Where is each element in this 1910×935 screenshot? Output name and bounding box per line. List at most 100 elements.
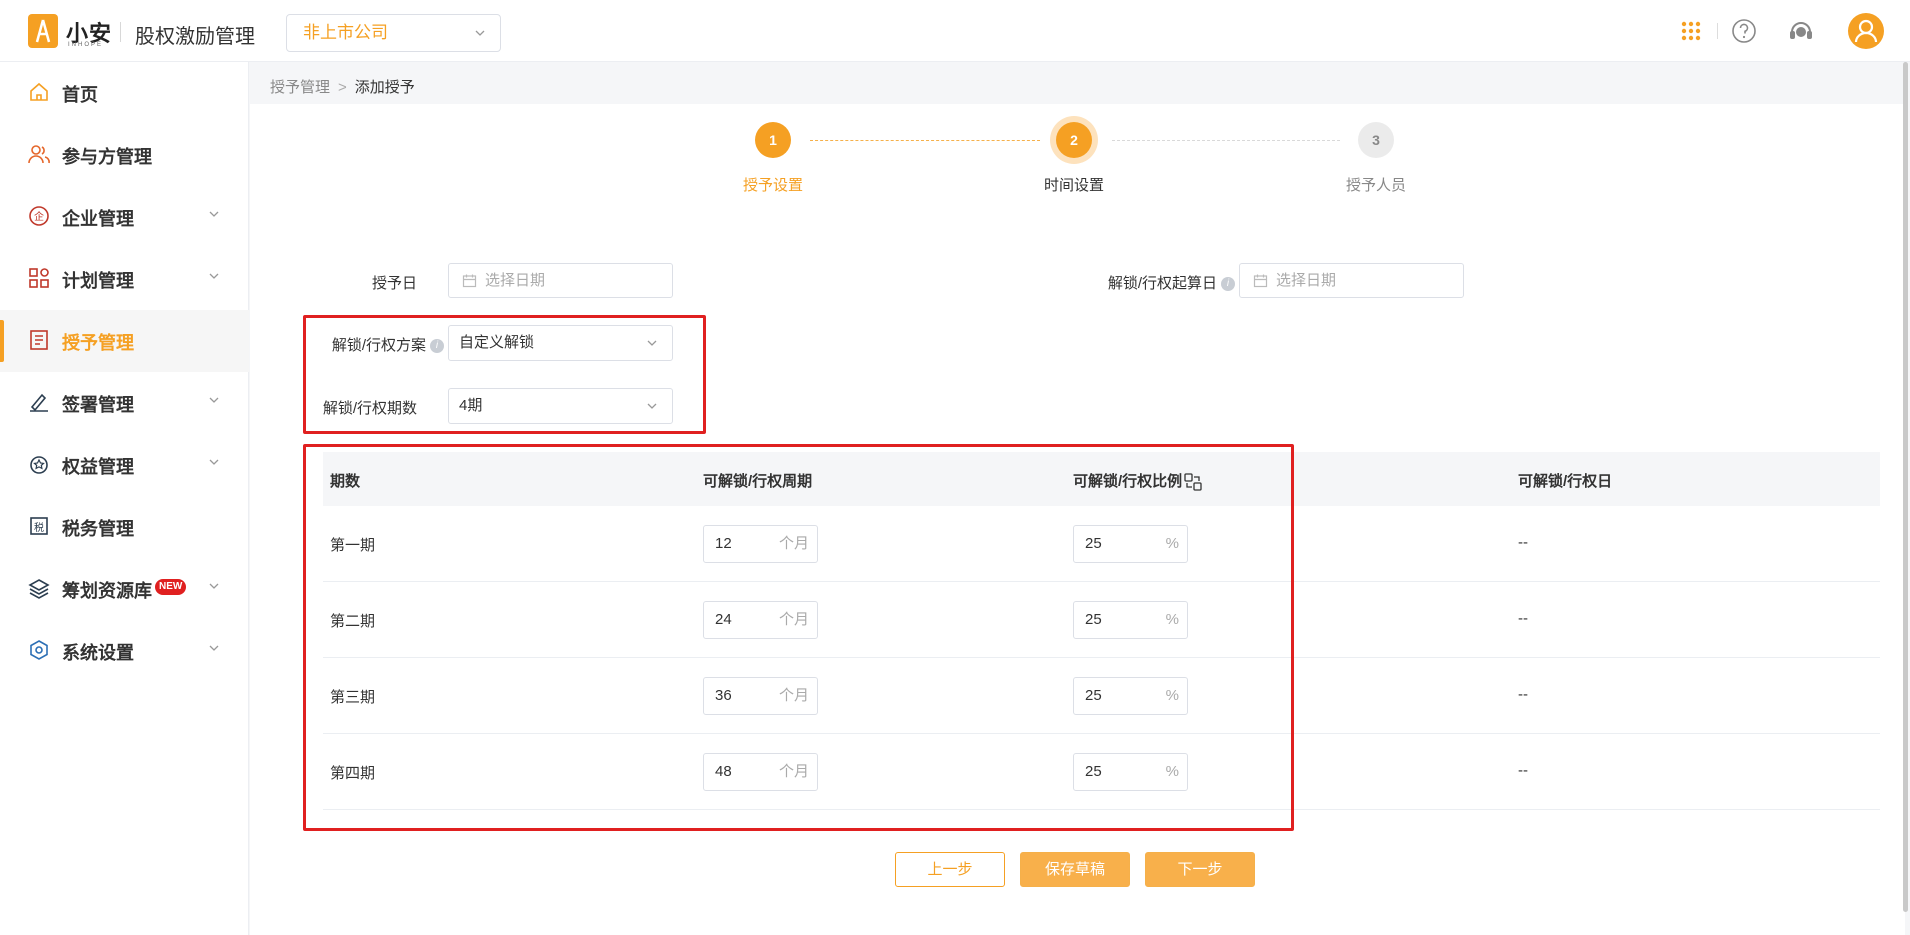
unlock-plan-select[interactable]: 自定义解锁: [448, 325, 673, 361]
breadcrumb: 授予管理 > 添加授予: [270, 76, 415, 97]
prev-step-button[interactable]: 上一步: [895, 852, 1005, 887]
info-icon[interactable]: i: [1221, 277, 1235, 292]
grant-date-placeholder: 选择日期: [485, 272, 546, 289]
sidebar-item-tax[interactable]: 税 税务管理: [0, 496, 249, 558]
sidebar-item-label: 授予管理: [62, 333, 134, 353]
months-input[interactable]: 48 个月: [703, 753, 818, 791]
sidebar-item-equity[interactable]: 权益管理: [0, 434, 249, 496]
chevron-down-icon: [209, 273, 219, 279]
unlock-date-cell: --: [1518, 686, 1528, 703]
chevron-down-icon: [209, 397, 219, 403]
months-input[interactable]: 12 个月: [703, 525, 818, 563]
unlock-periods-label: 解锁/行权期数: [322, 400, 417, 417]
sidebar-item-label: 税务管理: [62, 519, 134, 539]
users-icon: [28, 145, 50, 164]
column-header-period: 期数: [330, 473, 361, 490]
unlock-date-cell: --: [1518, 534, 1528, 551]
company-type-value: 非上市公司: [303, 23, 388, 42]
sidebar-item-label: 参与方管理: [62, 147, 152, 167]
new-badge: NEW: [155, 579, 187, 595]
sidebar-item-settings[interactable]: 系统设置: [0, 620, 249, 682]
column-header-cycle: 可解锁/行权周期: [703, 473, 813, 490]
home-icon: [30, 82, 48, 101]
equity-icon: [30, 456, 48, 474]
step-3-circle: 3: [1358, 122, 1394, 158]
sidebar-item-label: 首页: [62, 85, 98, 105]
customer-service-icon[interactable]: [1787, 17, 1815, 45]
months-value: 36: [715, 687, 732, 704]
step-connector: [1112, 140, 1340, 141]
unlock-start-date-label-text: 解锁/行权起算日: [1107, 275, 1217, 292]
calendar-icon: [1253, 274, 1268, 288]
sidebar-item-label: 权益管理: [62, 457, 134, 477]
vertical-scrollbar[interactable]: [1903, 62, 1908, 912]
ratio-input[interactable]: 25%: [1073, 753, 1188, 791]
sidebar-item-plans[interactable]: 计划管理: [0, 248, 249, 310]
info-icon[interactable]: i: [430, 339, 444, 354]
settings-icon: [30, 640, 48, 660]
sidebar-item-grants[interactable]: 授予管理: [0, 310, 249, 372]
step-connector: [810, 140, 1040, 141]
tax-icon: 税: [30, 517, 48, 535]
column-header-ratio: 可解锁/行权比例: [1073, 470, 1203, 492]
sidebar-item-home[interactable]: 首页: [0, 62, 249, 124]
sidebar: 首页 参与方管理 企 企业管理 计划管理 授予管理 签署管理 权益管理 税 税务…: [0, 62, 249, 935]
ratio-value: 25: [1085, 687, 1102, 704]
brand-sub: INHOPE: [68, 42, 104, 48]
calendar-icon: [462, 274, 477, 288]
unlock-plan-label: 解锁/行权方案 i: [300, 334, 444, 355]
unlock-start-date-placeholder: 选择日期: [1276, 272, 1337, 289]
sidebar-item-participants[interactable]: 参与方管理: [0, 124, 249, 186]
next-step-button[interactable]: 下一步: [1145, 852, 1255, 887]
help-icon[interactable]: [1730, 17, 1758, 45]
ratio-unit: %: [1165, 763, 1179, 780]
period-cell: 第四期: [330, 765, 376, 782]
sidebar-item-enterprise[interactable]: 企 企业管理: [0, 186, 249, 248]
sidebar-item-resources[interactable]: 筹划资源库 NEW: [0, 558, 249, 620]
table-row: 第四期 48 个月 25% --: [323, 734, 1880, 810]
months-unit: 个月: [778, 687, 809, 704]
step-1-label: 授予设置: [742, 177, 803, 194]
months-input[interactable]: 36 个月: [703, 677, 818, 715]
ratio-input[interactable]: 25%: [1073, 677, 1188, 715]
months-input[interactable]: 24 个月: [703, 601, 818, 639]
brand-logo-icon[interactable]: [28, 14, 58, 48]
step-3-label: 授予人员: [1345, 177, 1406, 194]
apps-grid-icon[interactable]: [1677, 17, 1705, 45]
ratio-unit: %: [1165, 535, 1179, 552]
breadcrumb-current: 添加授予: [354, 79, 415, 96]
unlock-periods-select[interactable]: 4期: [448, 388, 673, 424]
sidebar-item-label: 签署管理: [62, 395, 134, 415]
unlock-plan-label-text: 解锁/行权方案: [331, 337, 426, 354]
period-cell: 第一期: [330, 537, 376, 554]
grant-date-picker[interactable]: 选择日期: [448, 263, 673, 298]
ratio-input[interactable]: 25%: [1073, 525, 1188, 563]
user-avatar-icon[interactable]: [1848, 13, 1884, 49]
unlock-date-cell: --: [1518, 610, 1528, 627]
chevron-down-icon: [474, 15, 486, 52]
ratio-input[interactable]: 25%: [1073, 601, 1188, 639]
grant-date-label: 授予日: [371, 275, 417, 292]
chevron-down-icon: [209, 583, 219, 589]
ratio-unit: %: [1165, 611, 1179, 628]
signature-icon: [30, 393, 48, 412]
sidebar-item-label: 计划管理: [62, 271, 134, 291]
unlock-start-date-picker[interactable]: 选择日期: [1239, 263, 1464, 298]
step-1-circle: 1: [755, 122, 791, 158]
sidebar-item-label: 系统设置: [62, 643, 134, 663]
breadcrumb-parent-link[interactable]: 授予管理: [270, 79, 330, 96]
ratio-toggle-icon[interactable]: [1183, 472, 1203, 492]
sidebar-item-label: 筹划资源库: [62, 581, 152, 601]
step-2-circle: 2: [1056, 122, 1092, 158]
ratio-unit: %: [1165, 687, 1179, 704]
company-type-select[interactable]: 非上市公司: [286, 14, 501, 52]
unlock-date-cell: --: [1518, 762, 1528, 779]
unlock-start-date-label: 解锁/行权起算日 i: [1060, 272, 1235, 293]
months-unit: 个月: [778, 611, 809, 628]
months-unit: 个月: [778, 535, 809, 552]
ratio-value: 25: [1085, 535, 1102, 552]
sidebar-item-signing[interactable]: 签署管理: [0, 372, 249, 434]
divider: [1717, 23, 1718, 39]
save-draft-button[interactable]: 保存草稿: [1020, 852, 1130, 887]
app-title: 股权激励管理: [135, 26, 255, 48]
